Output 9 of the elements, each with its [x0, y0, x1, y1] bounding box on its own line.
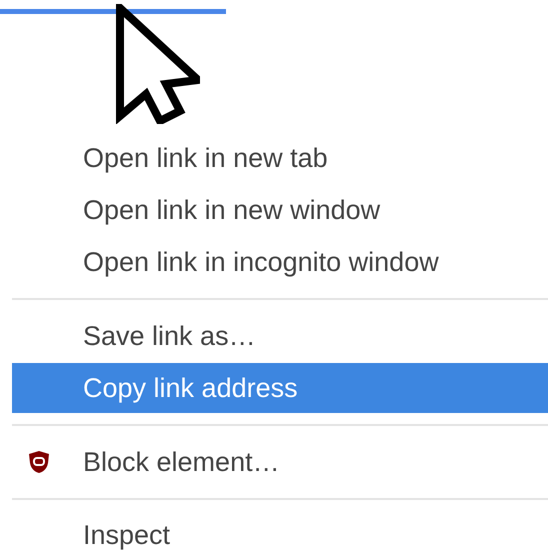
- menu-item[interactable]: Open link in new tab: [12, 132, 548, 184]
- menu-item[interactable]: Block element…: [12, 436, 548, 488]
- menu-item[interactable]: Inspect: [12, 510, 548, 554]
- shield-icon: [28, 450, 50, 474]
- cursor-icon: [116, 4, 200, 124]
- menu-item[interactable]: Open link in new window: [12, 184, 548, 236]
- menu-item[interactable]: Copy link address: [12, 363, 548, 413]
- menu-item[interactable]: Save link as…: [12, 310, 548, 362]
- menu-item[interactable]: Open link in incognito window: [12, 236, 548, 288]
